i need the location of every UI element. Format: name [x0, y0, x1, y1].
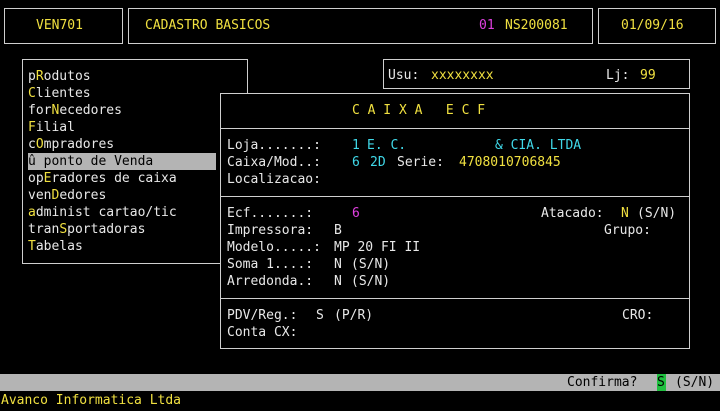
- menu-item[interactable]: tranSportadoras: [28, 221, 216, 238]
- usu-value: xxxxxxxx: [431, 68, 494, 83]
- menu-item-text: lientes: [35, 86, 91, 101]
- caixa-model[interactable]: 2D: [370, 154, 386, 171]
- localizacao-label: Localizacao:: [227, 172, 321, 187]
- modelo-label: Modelo.....:: [227, 240, 321, 255]
- divider: [220, 298, 690, 299]
- atacado-label: Atacado:: [541, 206, 604, 221]
- menu-item[interactable]: Filial: [28, 119, 216, 136]
- menu-item[interactable]: forNecedores: [28, 102, 216, 119]
- confirma-label: Confirma?: [567, 375, 638, 390]
- menu-item-text: dminist cartao/tic: [35, 205, 177, 220]
- header-date: 01/09/16: [621, 18, 684, 33]
- menu-item-hotkey: T: [28, 239, 36, 254]
- footer-company: Avanco Informatica Ltda: [1, 393, 182, 408]
- menu-item-text: û ponto de: [28, 154, 115, 169]
- menu-item[interactable]: Clientes: [28, 85, 216, 102]
- menu-item-text: op: [28, 171, 44, 186]
- menu-item-text: ecedores: [59, 103, 122, 118]
- serie-value[interactable]: 4708010706845: [459, 154, 561, 171]
- ecf-value[interactable]: 6: [352, 205, 360, 222]
- menu-item-text: odutos: [43, 69, 91, 84]
- divider: [220, 128, 690, 129]
- grupo-label: Grupo:: [604, 223, 651, 238]
- loja-number[interactable]: 1: [352, 137, 360, 154]
- loja-label: Loja.......:: [227, 138, 321, 153]
- screen-title: CADASTRO BASICOS: [145, 18, 271, 33]
- loja-name: E. C.: [367, 138, 407, 153]
- menu-item-text: tran: [28, 222, 60, 237]
- menu-item[interactable]: opEradores de caixa: [28, 170, 216, 187]
- menu-item-hotkey: a: [28, 205, 36, 220]
- menu-item-hotkey: R: [35, 69, 44, 84]
- menu-item[interactable]: venDedores: [28, 187, 216, 204]
- status-bar: Confirma? S (S/N): [0, 374, 720, 391]
- menu-item[interactable]: cOmpradores: [28, 136, 216, 153]
- menu-item[interactable]: pRodutos: [28, 68, 216, 85]
- arredonda-value[interactable]: N: [334, 273, 342, 290]
- menu-item-hotkey: V: [114, 154, 122, 169]
- soma-label: Soma 1....:: [227, 257, 314, 272]
- header-title-box: CADASTRO BASICOS 01 NS200081: [128, 8, 593, 44]
- conta-cx-label: Conta CX:: [227, 325, 298, 340]
- menu-item-hotkey: F: [28, 120, 36, 135]
- confirma-input[interactable]: S: [657, 374, 666, 391]
- divider: [220, 196, 690, 197]
- lj-value: 99: [640, 68, 656, 83]
- soma-hint: (S/N): [351, 257, 391, 272]
- modelo-value[interactable]: MP 20 FI II: [334, 239, 420, 256]
- atacado-value[interactable]: N: [621, 205, 629, 222]
- atacado-hint: (S/N): [637, 206, 677, 221]
- menu-item-text: enda: [121, 154, 154, 169]
- pdv-hint: (P/R): [334, 308, 374, 323]
- header-date-box: 01/09/16: [598, 8, 716, 44]
- usu-label: Usu:: [388, 68, 420, 83]
- menu-item-hotkey: S: [59, 222, 68, 237]
- pdv-value[interactable]: S: [316, 307, 324, 324]
- caixa-number[interactable]: 6: [352, 154, 360, 171]
- menu-item-text: abelas: [35, 239, 83, 254]
- menu-item-text: ilial: [35, 120, 75, 135]
- menu-item-hotkey: C: [28, 86, 36, 101]
- company-number: 01: [479, 18, 495, 33]
- dialog-title: C A I X A E C F: [352, 103, 486, 118]
- arredonda-hint: (S/N): [351, 274, 391, 289]
- confirma-hint: (S/N): [675, 375, 715, 390]
- menu-item-text: edores: [59, 188, 107, 203]
- user-bar: Usu: xxxxxxxx Lj: 99: [383, 59, 690, 89]
- lj-label: Lj:: [606, 68, 630, 83]
- menu-item-text: radores de caixa: [51, 171, 177, 186]
- caixa-label: Caixa/Mod..:: [227, 155, 321, 170]
- loja-name-suffix: & CIA. LTDA: [495, 138, 582, 153]
- impressora-label: Impressora:: [227, 223, 314, 238]
- menu-item-text: ven: [28, 188, 52, 203]
- menu-item-text: portadoras: [67, 222, 146, 237]
- menu-item-text: mpradores: [43, 137, 115, 152]
- system-code: NS200081: [505, 18, 568, 33]
- menu-item-text: p: [28, 69, 36, 84]
- menu-item[interactable]: administ cartao/tic: [28, 204, 216, 221]
- menu-item-text: c: [28, 137, 36, 152]
- header-program-box: VEN701: [4, 8, 123, 44]
- menu-item-text: for: [28, 103, 52, 118]
- menu-item-hotkey: O: [35, 137, 44, 152]
- serie-label: Serie:: [397, 155, 444, 170]
- menu-item[interactable]: Tabelas: [28, 238, 216, 255]
- program-code: VEN701: [36, 18, 83, 33]
- soma-value[interactable]: N: [334, 256, 342, 273]
- menu-item[interactable]: û ponto de Venda: [28, 153, 216, 170]
- pdv-label: PDV/Reg.:: [227, 308, 298, 323]
- arredonda-label: Arredonda.:: [227, 274, 314, 289]
- cro-label: CRO:: [622, 308, 654, 323]
- impressora-value[interactable]: B: [334, 222, 342, 239]
- ecf-label: Ecf.......:: [227, 206, 314, 221]
